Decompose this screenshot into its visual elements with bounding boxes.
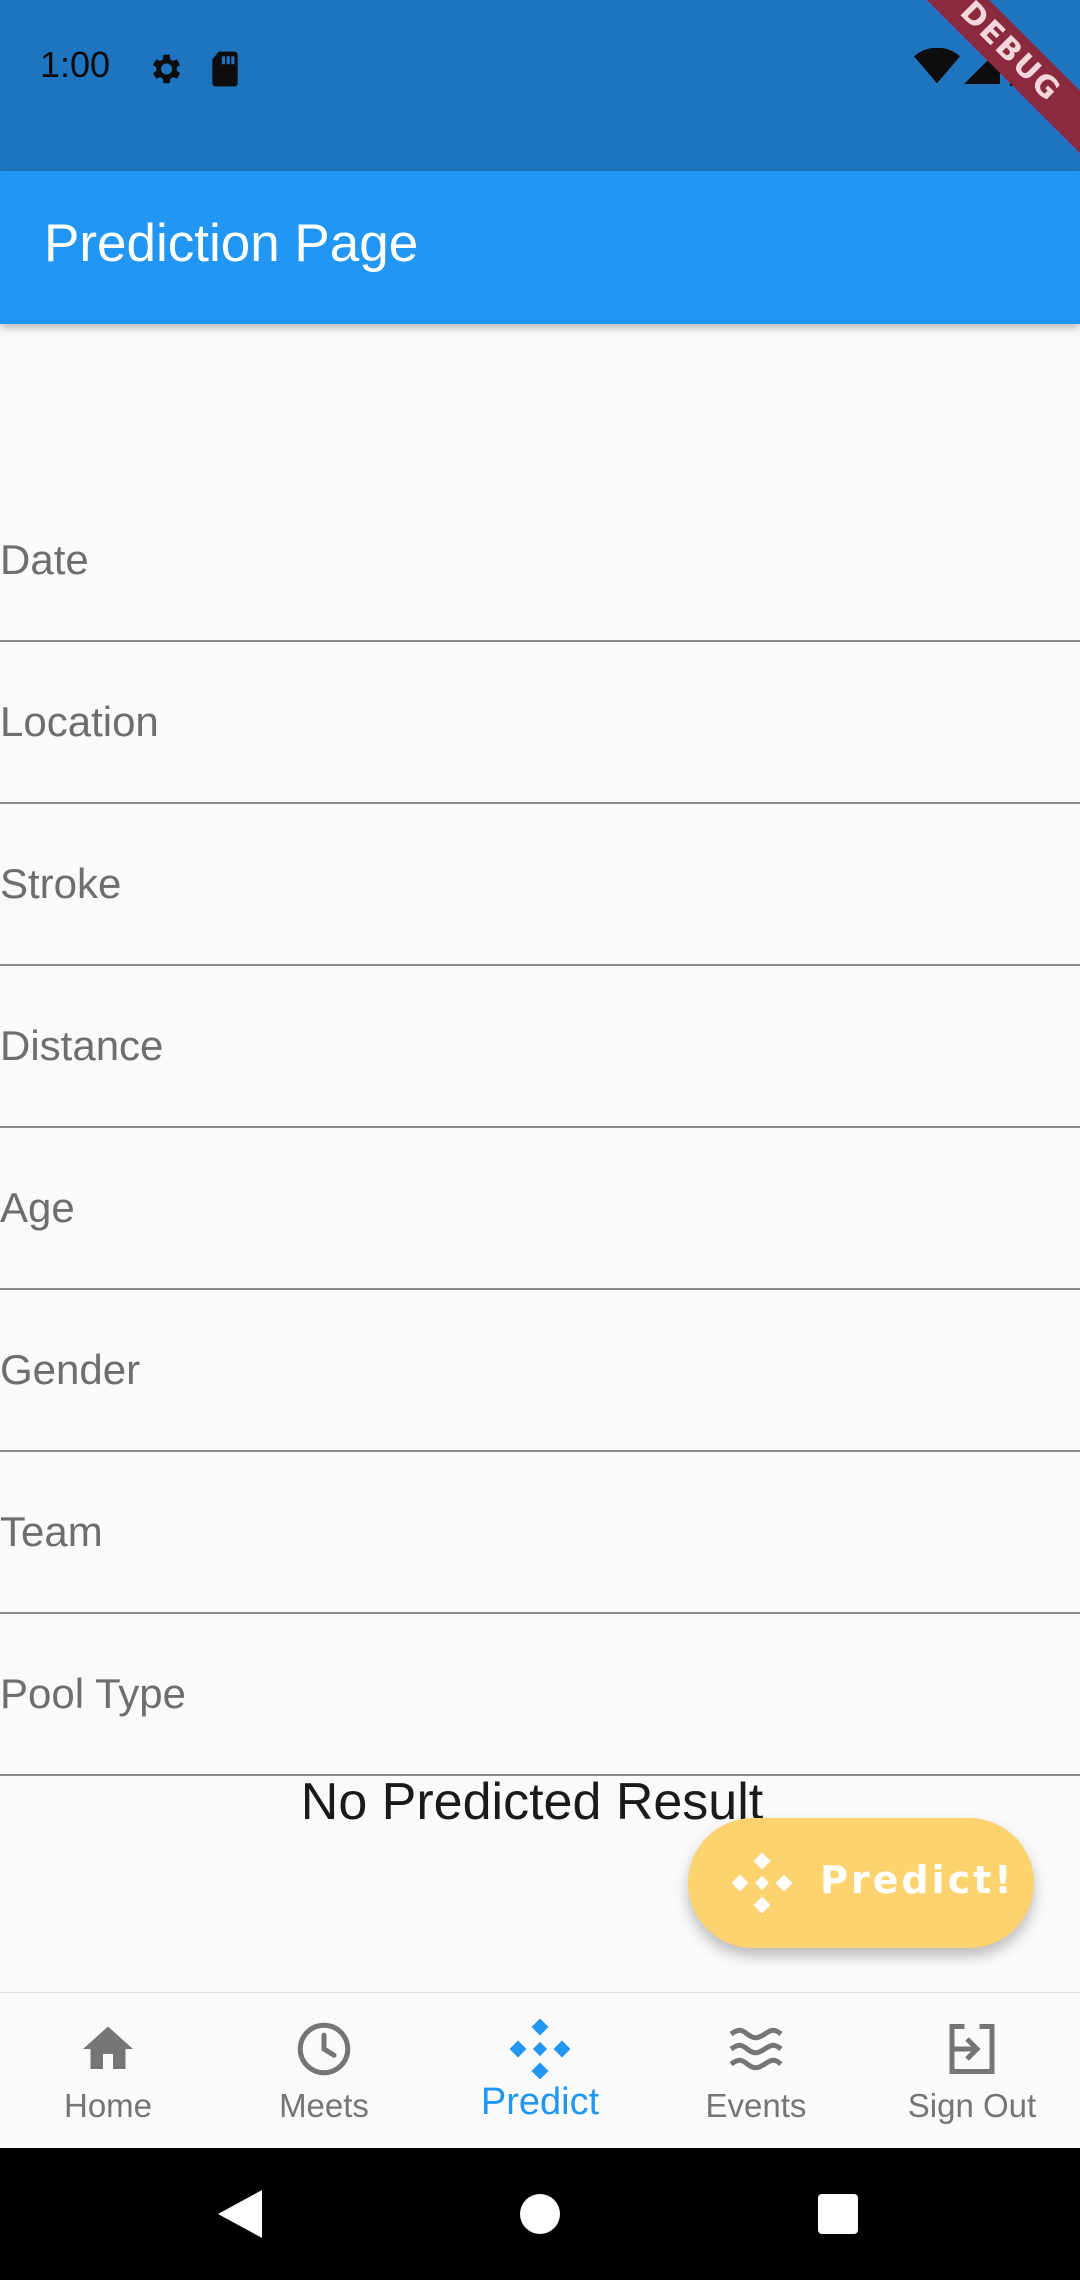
system-navigation-bar — [0, 2148, 1080, 2280]
wifi-icon — [914, 47, 960, 88]
date-field[interactable]: Date — [0, 480, 1080, 642]
nav-label-home: Home — [63, 2087, 153, 2124]
settings-gear-icon — [146, 50, 184, 92]
stroke-field-label: Stroke — [0, 860, 122, 907]
back-icon[interactable] — [218, 2190, 262, 2242]
clock-icon — [294, 2019, 354, 2079]
team-field-label: Team — [0, 1508, 103, 1555]
prediction-screen: 1:00 DEBUG Prediction Page Date Location… — [0, 0, 1080, 2280]
home-icon — [78, 2019, 138, 2079]
waves-icon — [726, 2019, 786, 2079]
gender-field[interactable]: Gender — [0, 1290, 1080, 1452]
predict-button-label: Predict! — [820, 1858, 1015, 1902]
distance-field-label: Distance — [0, 1022, 164, 1069]
location-field-label: Location — [0, 698, 159, 745]
sd-card-icon — [208, 50, 242, 92]
bottom-navigation: Home Meets Predict Events Sign Out — [0, 1992, 1080, 2149]
nav-label-meets: Meets — [279, 2087, 369, 2124]
nav-label-predict: Predict — [480, 2081, 600, 2123]
date-field-label: Date — [0, 536, 89, 583]
home-circle-icon[interactable] — [520, 2194, 560, 2238]
predict-button[interactable]: Predict! — [688, 1818, 1034, 1948]
team-field[interactable]: Team — [0, 1452, 1080, 1614]
nav-item-predict[interactable]: Predict — [432, 1993, 648, 2149]
age-field-label: Age — [0, 1184, 75, 1231]
nav-item-meets[interactable]: Meets — [216, 1993, 432, 2149]
pool-type-field-label: Pool Type — [0, 1670, 187, 1717]
page-title: Prediction Page — [44, 214, 419, 273]
age-field[interactable]: Age — [0, 1128, 1080, 1290]
status-time: 1:00 — [40, 44, 111, 85]
gender-field-label: Gender — [0, 1346, 141, 1393]
nav-label-events: Events — [705, 2087, 807, 2124]
status-bar: 1:00 DEBUG — [0, 0, 1080, 171]
distance-field[interactable]: Distance — [0, 966, 1080, 1128]
recents-icon[interactable] — [818, 2194, 858, 2238]
diamond-cluster-icon — [509, 2018, 571, 2080]
app-bar: Prediction Page — [0, 171, 1080, 324]
binance-diamond-icon — [731, 1852, 793, 1917]
nav-item-home[interactable]: Home — [0, 1993, 216, 2149]
nav-item-events[interactable]: Events — [648, 1993, 864, 2149]
exit-icon — [942, 2019, 1002, 2079]
nav-item-sign-out[interactable]: Sign Out — [864, 1993, 1080, 2149]
location-field[interactable]: Location — [0, 642, 1080, 804]
pool-type-field[interactable]: Pool Type — [0, 1614, 1080, 1776]
nav-label-sign-out: Sign Out — [907, 2087, 1037, 2124]
stroke-field[interactable]: Stroke — [0, 804, 1080, 966]
